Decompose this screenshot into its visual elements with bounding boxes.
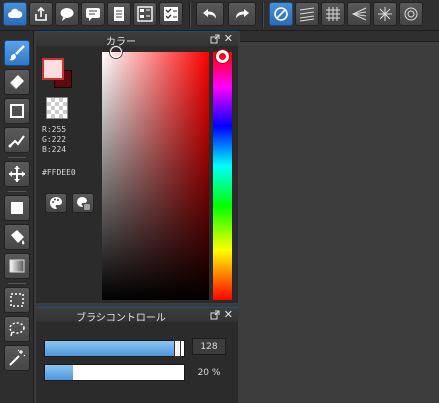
redo-button[interactable]: [228, 2, 256, 26]
share-icon: [35, 6, 47, 21]
parallel-lines-icon: [299, 7, 315, 22]
bucket-tool[interactable]: [4, 224, 30, 250]
color-panel-title: カラー: [106, 37, 136, 48]
move-arrows-icon: [9, 166, 25, 182]
brush-opacity-fill: [45, 365, 73, 380]
selection-rect-icon: [10, 293, 24, 307]
tool-separator: [8, 283, 26, 284]
shape-tool[interactable]: [4, 98, 30, 124]
close-icon[interactable]: ✕: [224, 32, 233, 45]
canvas-workspace[interactable]: [240, 31, 439, 403]
chat-icon: [86, 8, 100, 21]
close-icon[interactable]: ✕: [224, 308, 233, 321]
radial-snap-button[interactable]: [373, 2, 397, 26]
select-tool[interactable]: [4, 287, 30, 313]
gradient-icon: [9, 259, 25, 273]
tool-separator: [8, 157, 26, 158]
square-fill-icon: [11, 202, 23, 214]
brush-tool[interactable]: [4, 40, 30, 66]
palette-icon: [50, 197, 62, 209]
circle-snap-button[interactable]: [399, 2, 423, 26]
document-icon: [114, 7, 124, 21]
gradient-tool[interactable]: [4, 253, 30, 279]
square-outline-icon: [10, 104, 24, 118]
fill-tool[interactable]: [4, 195, 30, 221]
transparent-color-swatch[interactable]: [46, 97, 68, 119]
no-snap-icon: [274, 7, 288, 21]
palette-settings-icon: [77, 197, 90, 210]
lasso-tool[interactable]: [4, 316, 30, 342]
color-history-button[interactable]: [72, 193, 94, 213]
share-button[interactable]: [29, 2, 53, 26]
checklist-icon: [164, 7, 178, 21]
paint-bucket-icon: [11, 230, 25, 245]
hex-value: #FFDEE0: [42, 168, 76, 177]
redo-icon: [236, 9, 249, 19]
comment-icon: [60, 8, 74, 21]
brush-panel-header[interactable]: ブラシコントロール ✕: [36, 307, 238, 324]
perspective-icon: [351, 7, 367, 21]
color-panel-header[interactable]: カラー ✕: [36, 31, 238, 48]
canvas-tab-bar: [240, 31, 439, 42]
hue-slider-handle[interactable]: [216, 50, 229, 63]
top-toolbar: [0, 0, 439, 31]
brush-size-value[interactable]: 128: [192, 338, 226, 355]
hue-slider[interactable]: [213, 52, 232, 300]
color-picker-cursor[interactable]: [110, 46, 122, 58]
brush-opacity-slider[interactable]: [44, 364, 185, 381]
pen-line-tool[interactable]: [4, 127, 30, 153]
palette-button[interactable]: [45, 193, 67, 213]
tool-separator: [8, 191, 26, 192]
move-tool[interactable]: [4, 161, 30, 187]
undo-icon: [203, 9, 216, 19]
magic-wand-icon: [9, 349, 26, 366]
eraser-tool[interactable]: [4, 69, 30, 95]
popout-icon[interactable]: [210, 34, 220, 44]
document-button[interactable]: [107, 2, 131, 26]
popout-icon[interactable]: [210, 310, 220, 320]
layer-list-button[interactable]: [133, 2, 157, 26]
toolbar-separator: [262, 2, 264, 28]
lasso-icon: [9, 322, 25, 337]
snap-off-button[interactable]: [269, 2, 293, 26]
brush-opacity-value: 20 %: [197, 367, 221, 378]
parallel-snap-button[interactable]: [295, 2, 319, 26]
pen-line-icon: [8, 135, 25, 148]
layer-list-icon: [137, 6, 153, 22]
grid-icon: [326, 7, 340, 21]
color-panel: カラー ✕ R:255 G:222 B:224 #FFDEE0: [36, 31, 238, 303]
cloud-icon: [8, 8, 23, 18]
undo-button[interactable]: [196, 2, 224, 26]
grid-snap-button[interactable]: [321, 2, 345, 26]
brush-control-panel: ブラシコントロール ✕ 128 20 %: [36, 307, 238, 403]
brush-panel-title: ブラシコントロール: [76, 313, 166, 324]
perspective-snap-button[interactable]: [347, 2, 371, 26]
checklist-button[interactable]: [159, 2, 183, 26]
app-window: カラー ✕ R:255 G:222 B:224 #FFDEE0 ブラシコントロー…: [0, 0, 439, 403]
eraser-icon: [9, 75, 24, 90]
brush-size-handle[interactable]: [174, 340, 182, 357]
comment-button[interactable]: [55, 2, 79, 26]
brush-icon: [9, 45, 25, 61]
green-value: G:222: [42, 135, 67, 144]
main-color-swatch[interactable]: [42, 58, 64, 80]
brush-size-fill: [45, 341, 179, 356]
magic-wand-tool[interactable]: [4, 345, 30, 371]
circle-snap-icon: [404, 7, 418, 21]
cloud-button[interactable]: [3, 2, 27, 26]
toolbar-separator: [189, 2, 191, 28]
red-value: R:255: [42, 125, 67, 134]
chat-button[interactable]: [81, 2, 105, 26]
tool-strip: [0, 31, 34, 403]
blue-value: B:224: [42, 145, 67, 154]
radial-icon: [378, 7, 392, 21]
brush-size-slider[interactable]: [44, 340, 185, 357]
saturation-value-picker[interactable]: [102, 52, 209, 300]
